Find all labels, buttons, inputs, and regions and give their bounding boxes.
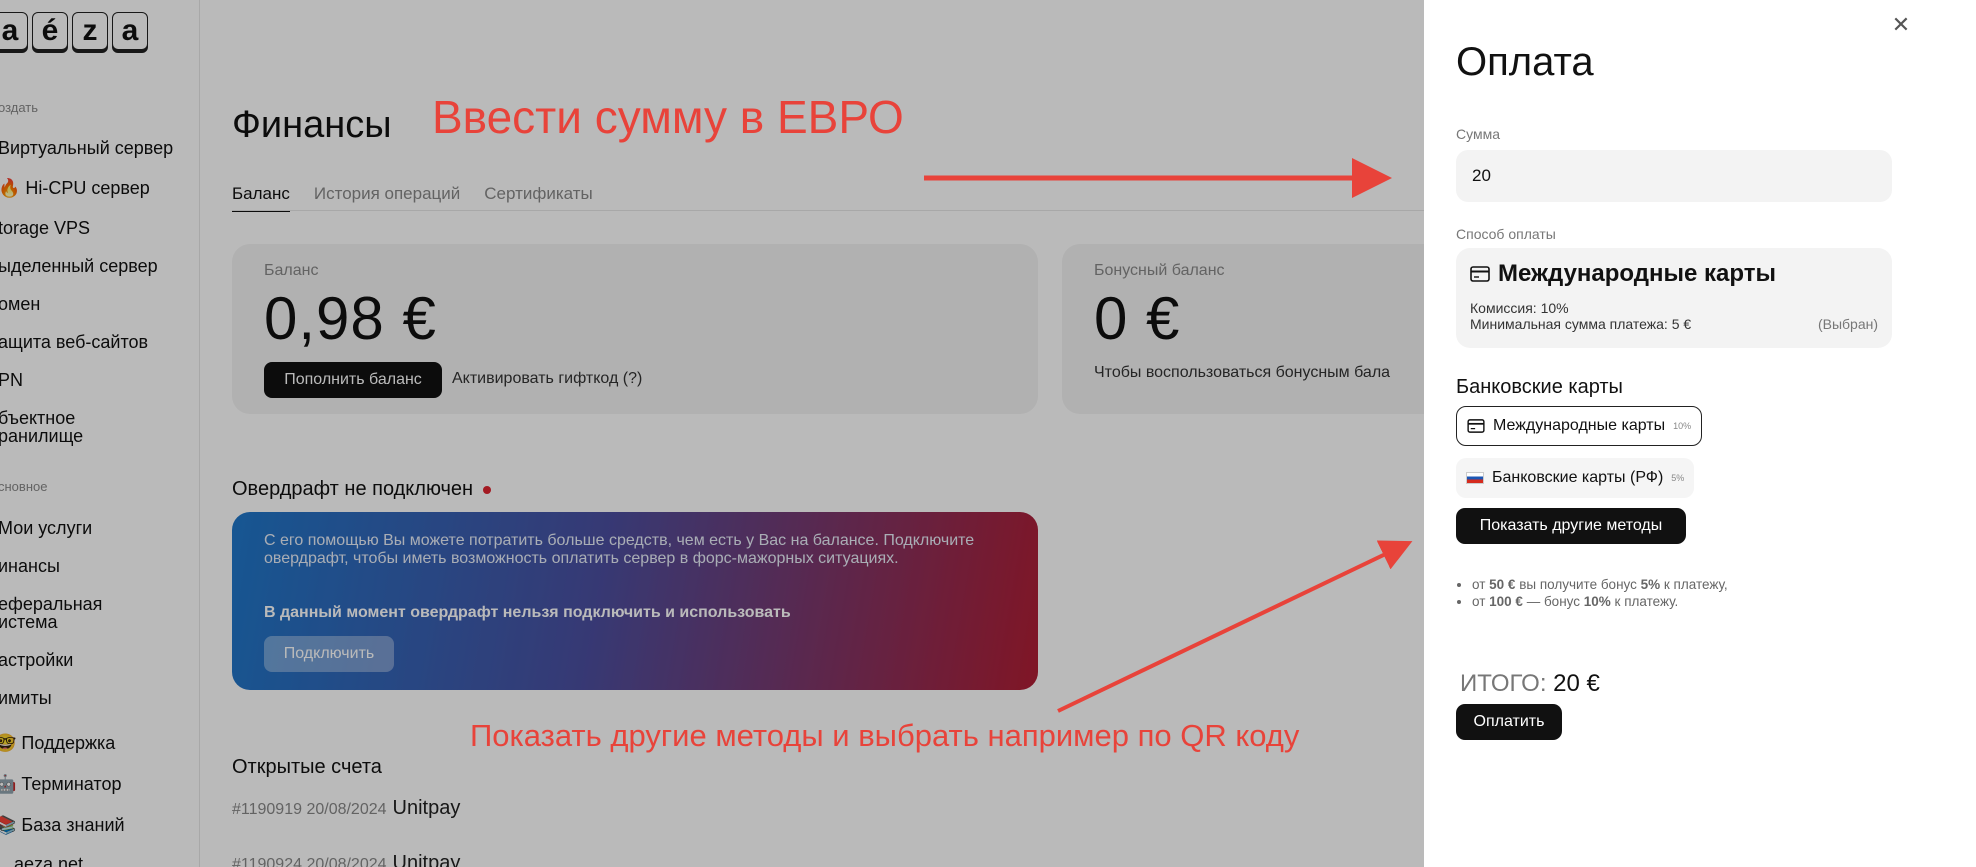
- bank-cards-title: Банковские карты: [1456, 376, 1623, 398]
- selected-method-name: Международные карты: [1498, 260, 1776, 287]
- card-icon: [1470, 266, 1490, 282]
- method-chosen-badge: (Выбран): [1817, 316, 1878, 332]
- selected-method-title: Международные карты: [1470, 260, 1776, 288]
- method-fee: 5%: [1671, 473, 1685, 483]
- amount-input[interactable]: [1456, 150, 1892, 202]
- amount-label: Сумма: [1456, 126, 1500, 142]
- total-value: 20 €: [1553, 670, 1600, 697]
- show-other-methods-button[interactable]: Показать другие методы: [1456, 508, 1686, 544]
- method-name: Банковские карты (РФ): [1492, 469, 1664, 486]
- annotation-show-methods: Показать другие методы и выбрать наприме…: [470, 718, 1300, 753]
- annotation-enter-amount: Ввести сумму в ЕВРО: [432, 91, 904, 143]
- method-min-sum: Минимальная сумма платежа: 5 €: [1470, 316, 1692, 332]
- bonus-line: от 100 € — бонус 10% к платежу.: [1472, 593, 1728, 610]
- close-icon[interactable]: ✕: [1890, 14, 1912, 36]
- total-label: ИТОГО:: [1460, 670, 1547, 697]
- total: ИТОГО: 20 €: [1460, 670, 1600, 698]
- method-international-cards[interactable]: Международные карты 10%: [1456, 406, 1703, 446]
- russia-flag-icon: [1466, 472, 1484, 484]
- method-commission: Комиссия: 10%: [1470, 300, 1569, 316]
- pay-button[interactable]: Оплатить: [1456, 704, 1562, 740]
- payment-title: Оплата: [1456, 40, 1594, 84]
- bonus-info-list: от 50 € вы получите бонус 5% к платежу, …: [1472, 576, 1728, 610]
- method-fee: 10%: [1673, 421, 1692, 431]
- payment-panel: ✕ Оплата Сумма Способ оплаты Международн…: [1424, 0, 1976, 867]
- payment-method-label: Способ оплаты: [1456, 226, 1556, 242]
- card-icon: [1467, 419, 1485, 433]
- method-russian-cards[interactable]: Банковские карты (РФ) 5%: [1456, 458, 1695, 498]
- selected-method-card[interactable]: Международные карты Комиссия: 10% Минима…: [1456, 248, 1892, 348]
- bonus-line: от 50 € вы получите бонус 5% к платежу,: [1472, 576, 1728, 593]
- method-name: Международные карты: [1493, 417, 1666, 434]
